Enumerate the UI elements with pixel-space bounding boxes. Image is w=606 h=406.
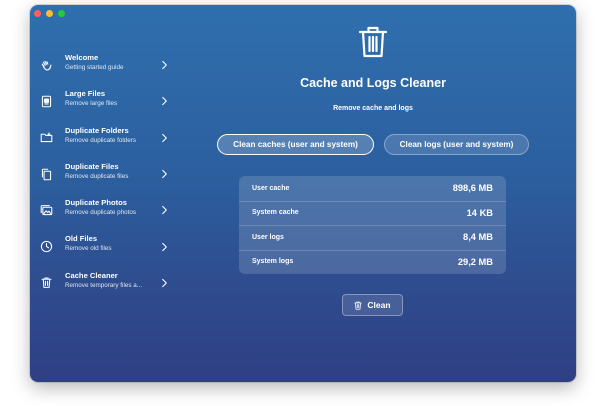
chevron-right-icon [162,97,167,106]
sidebar-item-title: Welcome [65,53,99,62]
minimize-window-button[interactable] [46,10,53,17]
chevron-right-icon [162,133,167,142]
sidebar-item-duplicate-files[interactable]: Duplicate Files Remove duplicate files [30,156,170,192]
stat-label: User cache [252,184,290,192]
sidebar-item-subtitle: Remove old files [65,245,112,253]
clean-button-label: Clean [367,300,391,310]
sidebar-item-cache-cleaner[interactable]: Cache Cleaner Remove temporary files a..… [30,265,170,301]
sidebar-item-subtitle: Remove duplicate folders [65,136,137,144]
stat-label: System cache [252,209,299,217]
stat-row-system-logs: System logs 29,2 MB [239,249,506,275]
folder-icon [39,131,53,145]
page-subtitle: Remove cache and logs [333,105,413,112]
sidebar-item-title: Duplicate Files [65,161,119,171]
sidebar-item-subtitle: Remove large files [65,100,118,108]
sidebar: Welcome Getting started guide Large File… [30,47,170,301]
stat-value: 898,6 MB [452,183,493,194]
sidebar-item-duplicate-photos[interactable]: Duplicate Photos Remove duplicate photos [30,192,170,228]
trash-icon [358,26,388,58]
sidebar-item-large-files[interactable]: Large Files Remove large files [30,83,170,119]
sidebar-item-title: Duplicate Photos [65,198,128,208]
large-file-icon [39,94,53,108]
hand-wave-icon [39,58,53,72]
stat-label: User logs [252,233,284,241]
sidebar-item-subtitle: Remove temporary files a... [65,281,142,289]
stats-panel: User cache 898,6 MB System cache 14 KB U… [239,176,506,274]
chevron-right-icon [162,206,167,215]
stat-row-user-logs: User logs 8,4 MB [239,225,506,250]
clock-icon [39,240,53,254]
zoom-window-button[interactable] [58,10,65,17]
sidebar-item-old-files[interactable]: Old Files Remove old files [30,228,170,264]
window-controls [34,10,65,17]
sidebar-item-subtitle: Remove duplicate files [65,172,129,180]
close-window-button[interactable] [34,10,41,17]
stat-label: System logs [252,258,294,266]
stat-value: 8,4 MB [463,232,493,243]
stat-row-user-cache: User cache 898,6 MB [239,176,506,201]
clean-button[interactable]: Clean [342,294,403,316]
sidebar-item-title: Large Files [65,89,106,99]
sidebar-item-duplicate-folders[interactable]: Duplicate Folders Remove duplicate folde… [30,120,170,156]
stat-value: 14 KB [466,207,493,218]
chevron-right-icon [162,242,167,251]
chevron-right-icon [162,278,167,288]
trash-icon [354,301,363,310]
stat-value: 29,2 MB [457,256,493,267]
main-panel: Cache and Logs Cleaner Remove cache and … [170,5,576,382]
sidebar-item-welcome[interactable]: Welcome Getting started guide [30,47,170,83]
sidebar-item-title: Cache Cleaner [65,270,118,280]
chevron-right-icon [162,61,167,70]
trash-icon [39,276,53,290]
stat-row-system-cache: System cache 14 KB [239,200,506,226]
sidebar-item-subtitle: Getting started guide [65,64,124,71]
files-icon [39,167,53,181]
page-title: Cache and Logs Cleaner [300,76,446,90]
sidebar-item-title: Duplicate Folders [65,125,129,135]
clean-logs-segment[interactable]: Clean logs (user and system) [384,134,529,155]
clean-caches-segment[interactable]: Clean caches (user and system) [217,134,374,155]
photo-icon [39,203,53,217]
chevron-right-icon [162,169,167,179]
sidebar-item-title: Old Files [65,234,98,244]
sidebar-item-subtitle: Remove duplicate photos [65,209,137,217]
app-window: Welcome Getting started guide Large File… [30,5,576,382]
